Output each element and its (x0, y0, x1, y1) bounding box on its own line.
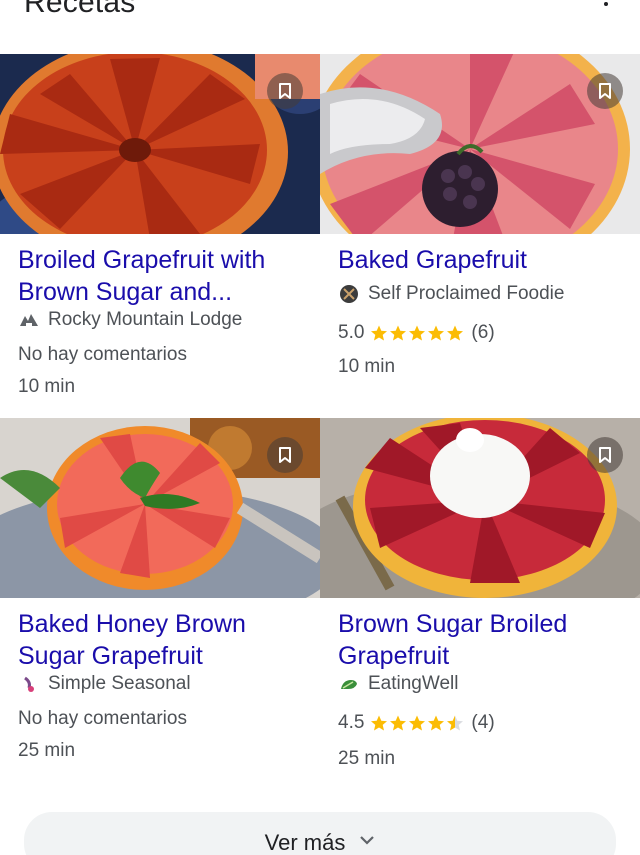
recipe-title[interactable]: Broiled Grapefruit with Brown Sugar and.… (18, 244, 308, 308)
save-button[interactable] (267, 437, 303, 473)
recipe-title[interactable]: Brown Sugar Broiled Grapefruit (338, 608, 628, 672)
cook-time: 10 min (338, 356, 396, 377)
star-full-icon (390, 715, 407, 731)
source-name: Simple Seasonal (48, 673, 191, 694)
recipe-source: EatingWell (338, 672, 458, 696)
recipe-image[interactable] (320, 54, 640, 234)
foodie-logo-icon (338, 283, 360, 305)
star-half-icon (447, 715, 464, 731)
comments-text: No hay comentarios (18, 708, 187, 729)
eatingwell-logo-icon (338, 673, 360, 695)
recipe-source: Simple Seasonal (18, 672, 191, 696)
more-options-button[interactable] (594, 0, 618, 18)
recipe-card[interactable]: Broiled Grapefruit with Brown Sugar and.… (0, 54, 320, 414)
star-full-icon (371, 325, 388, 341)
chevron-down-icon (360, 836, 375, 845)
save-button[interactable] (587, 437, 623, 473)
star-full-icon (371, 715, 388, 731)
recipe-source: Self Proclaimed Foodie (338, 282, 564, 306)
source-name: Self Proclaimed Foodie (368, 283, 565, 304)
star-full-icon (409, 715, 426, 731)
comments-text: No hay comentarios (18, 344, 187, 365)
recipe-card[interactable]: Brown Sugar Broiled Grapefruit EatingWel… (320, 418, 640, 778)
star-full-icon (409, 325, 426, 341)
header: Recetas (0, 0, 640, 40)
recipe-card[interactable]: Baked Grapefruit Self Proclaimed Foodie … (320, 54, 640, 414)
save-button[interactable] (587, 73, 623, 109)
recipe-card[interactable]: Baked Honey Brown Sugar Grapefruit Simpl… (0, 418, 320, 778)
recipe-source: Rocky Mountain Lodge (18, 308, 242, 332)
lodge-logo-icon (18, 309, 40, 331)
recipe-image[interactable] (0, 418, 320, 598)
star-rating (370, 714, 465, 732)
rating-row: 5.0 (6) (338, 322, 495, 344)
cook-time: 25 min (338, 748, 396, 769)
review-count: (6) (471, 322, 495, 343)
bookmark-icon (279, 447, 291, 463)
see-more-label: Ver más (264, 830, 346, 855)
cook-time: 10 min (18, 376, 76, 397)
star-full-icon (390, 325, 407, 341)
source-name: EatingWell (368, 673, 459, 694)
star-full-icon (428, 325, 445, 341)
bookmark-icon (599, 83, 611, 99)
section-title: Recetas (24, 0, 136, 19)
recipe-title[interactable]: Baked Honey Brown Sugar Grapefruit (18, 608, 308, 672)
star-rating (370, 324, 465, 342)
bookmark-icon (599, 447, 611, 463)
see-more-button[interactable]: Ver más (24, 812, 616, 855)
rating-row: 4.5 (4) (338, 712, 495, 734)
review-count: (4) (471, 712, 495, 733)
bookmark-icon (279, 83, 291, 99)
source-name: Rocky Mountain Lodge (48, 309, 243, 330)
rating-value: 5.0 (338, 322, 365, 343)
more-vert-icon-dot (604, 2, 608, 6)
star-full-icon (447, 325, 464, 341)
rating-value: 4.5 (338, 712, 365, 733)
cook-time: 25 min (18, 740, 76, 761)
recipe-title[interactable]: Baked Grapefruit (338, 244, 628, 276)
recipe-image[interactable] (0, 54, 320, 234)
save-button[interactable] (267, 73, 303, 109)
star-full-icon (428, 715, 445, 731)
seasonal-logo-icon (18, 673, 40, 695)
recipe-image[interactable] (320, 418, 640, 598)
